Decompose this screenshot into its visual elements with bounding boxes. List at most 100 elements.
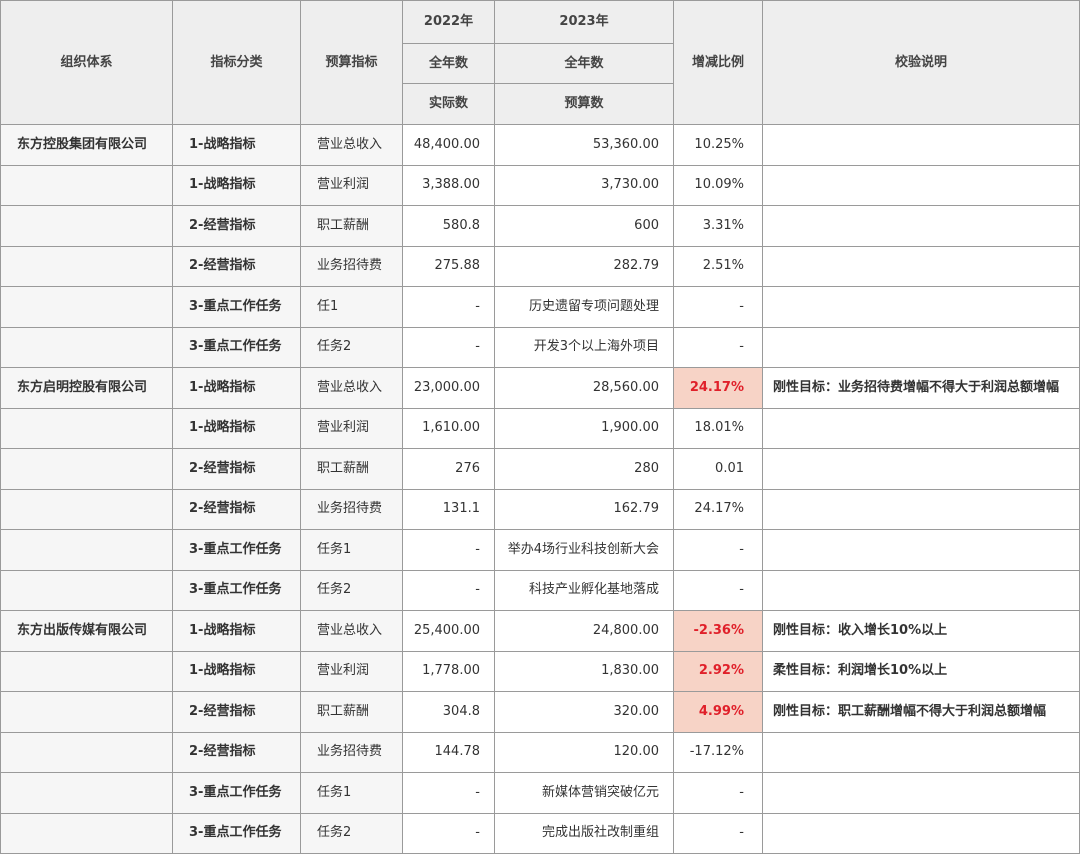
change-rate-cell[interactable]: -: [673, 772, 763, 814]
category-cell[interactable]: 1-战略指标: [172, 610, 301, 652]
category-cell[interactable]: 3-重点工作任务: [172, 529, 301, 571]
validation-note-cell[interactable]: 刚性目标：业务招待费增幅不得大于利润总额增幅: [762, 367, 1080, 409]
budget-2023-cell[interactable]: 新媒体营销突破亿元: [494, 772, 674, 814]
indicator-cell[interactable]: 任务1: [300, 772, 403, 814]
actual-2022-cell[interactable]: 23,000.00: [402, 367, 495, 409]
validation-note-cell[interactable]: [762, 569, 1080, 611]
org-cell[interactable]: [0, 731, 173, 773]
change-rate-cell[interactable]: -2.36%: [673, 610, 763, 652]
category-cell[interactable]: 1-战略指标: [172, 407, 301, 449]
indicator-cell[interactable]: 任务2: [300, 326, 403, 368]
indicator-cell[interactable]: 业务招待费: [300, 488, 403, 530]
budget-2023-cell[interactable]: 开发3个以上海外项目: [494, 326, 674, 368]
org-cell[interactable]: [0, 326, 173, 368]
change-rate-cell[interactable]: 0.01: [673, 448, 763, 490]
actual-2022-cell[interactable]: 25,400.00: [402, 610, 495, 652]
indicator-cell[interactable]: 任1: [300, 286, 403, 328]
indicator-cell[interactable]: 营业总收入: [300, 367, 403, 409]
category-cell[interactable]: 3-重点工作任务: [172, 569, 301, 611]
budget-2023-cell[interactable]: 1,830.00: [494, 650, 674, 692]
indicator-cell[interactable]: 营业总收入: [300, 124, 403, 166]
org-cell[interactable]: [0, 488, 173, 530]
actual-2022-cell[interactable]: 48,400.00: [402, 124, 495, 166]
change-rate-cell[interactable]: 10.25%: [673, 124, 763, 166]
indicator-cell[interactable]: 职工薪酬: [300, 448, 403, 490]
category-cell[interactable]: 2-经营指标: [172, 488, 301, 530]
category-cell[interactable]: 1-战略指标: [172, 164, 301, 206]
category-cell[interactable]: 3-重点工作任务: [172, 812, 301, 854]
validation-note-cell[interactable]: 柔性目标：利润增长10%以上: [762, 650, 1080, 692]
validation-note-cell[interactable]: [762, 326, 1080, 368]
indicator-cell[interactable]: 营业利润: [300, 407, 403, 449]
budget-2023-cell[interactable]: 3,730.00: [494, 164, 674, 206]
indicator-cell[interactable]: 职工薪酬: [300, 205, 403, 247]
indicator-cell[interactable]: 职工薪酬: [300, 691, 403, 733]
actual-2022-cell[interactable]: 1,778.00: [402, 650, 495, 692]
validation-note-cell[interactable]: [762, 164, 1080, 206]
validation-note-cell[interactable]: [762, 812, 1080, 854]
indicator-cell[interactable]: 任务2: [300, 812, 403, 854]
org-cell[interactable]: [0, 286, 173, 328]
change-rate-cell[interactable]: -: [673, 812, 763, 854]
budget-2023-cell[interactable]: 1,900.00: [494, 407, 674, 449]
change-rate-cell[interactable]: -: [673, 326, 763, 368]
validation-note-cell[interactable]: [762, 772, 1080, 814]
budget-2023-cell[interactable]: 历史遗留专项问题处理: [494, 286, 674, 328]
budget-2023-cell[interactable]: 280: [494, 448, 674, 490]
budget-2023-cell[interactable]: 24,800.00: [494, 610, 674, 652]
org-cell[interactable]: [0, 812, 173, 854]
change-rate-cell[interactable]: 24.17%: [673, 367, 763, 409]
category-cell[interactable]: 1-战略指标: [172, 124, 301, 166]
budget-2023-cell[interactable]: 科技产业孵化基地落成: [494, 569, 674, 611]
change-rate-cell[interactable]: 3.31%: [673, 205, 763, 247]
budget-2023-cell[interactable]: 162.79: [494, 488, 674, 530]
org-cell[interactable]: [0, 772, 173, 814]
category-cell[interactable]: 2-经营指标: [172, 731, 301, 773]
indicator-cell[interactable]: 营业利润: [300, 650, 403, 692]
actual-2022-cell[interactable]: 580.8: [402, 205, 495, 247]
budget-2023-cell[interactable]: 120.00: [494, 731, 674, 773]
org-cell[interactable]: [0, 164, 173, 206]
category-cell[interactable]: 1-战略指标: [172, 367, 301, 409]
validation-note-cell[interactable]: [762, 731, 1080, 773]
actual-2022-cell[interactable]: 144.78: [402, 731, 495, 773]
budget-2023-cell[interactable]: 282.79: [494, 245, 674, 287]
validation-note-cell[interactable]: [762, 448, 1080, 490]
indicator-cell[interactable]: 营业总收入: [300, 610, 403, 652]
org-cell[interactable]: [0, 691, 173, 733]
actual-2022-cell[interactable]: -: [402, 812, 495, 854]
validation-note-cell[interactable]: [762, 529, 1080, 571]
org-cell[interactable]: [0, 529, 173, 571]
budget-2023-cell[interactable]: 53,360.00: [494, 124, 674, 166]
change-rate-cell[interactable]: 2.51%: [673, 245, 763, 287]
indicator-cell[interactable]: 业务招待费: [300, 245, 403, 287]
org-cell[interactable]: [0, 245, 173, 287]
validation-note-cell[interactable]: [762, 245, 1080, 287]
actual-2022-cell[interactable]: -: [402, 529, 495, 571]
actual-2022-cell[interactable]: -: [402, 569, 495, 611]
org-cell[interactable]: 东方控股集团有限公司: [0, 124, 173, 166]
actual-2022-cell[interactable]: -: [402, 286, 495, 328]
org-cell[interactable]: 东方出版传媒有限公司: [0, 610, 173, 652]
validation-note-cell[interactable]: [762, 407, 1080, 449]
budget-2023-cell[interactable]: 28,560.00: [494, 367, 674, 409]
indicator-cell[interactable]: 任务2: [300, 569, 403, 611]
actual-2022-cell[interactable]: 1,610.00: [402, 407, 495, 449]
org-cell[interactable]: [0, 407, 173, 449]
validation-note-cell[interactable]: [762, 488, 1080, 530]
budget-2023-cell[interactable]: 600: [494, 205, 674, 247]
category-cell[interactable]: 3-重点工作任务: [172, 286, 301, 328]
category-cell[interactable]: 2-经营指标: [172, 448, 301, 490]
actual-2022-cell[interactable]: -: [402, 326, 495, 368]
change-rate-cell[interactable]: -: [673, 286, 763, 328]
actual-2022-cell[interactable]: -: [402, 772, 495, 814]
change-rate-cell[interactable]: 4.99%: [673, 691, 763, 733]
budget-2023-cell[interactable]: 320.00: [494, 691, 674, 733]
org-cell[interactable]: [0, 448, 173, 490]
actual-2022-cell[interactable]: 304.8: [402, 691, 495, 733]
validation-note-cell[interactable]: [762, 124, 1080, 166]
budget-2023-cell[interactable]: 举办4场行业科技创新大会: [494, 529, 674, 571]
org-cell[interactable]: [0, 650, 173, 692]
budget-2023-cell[interactable]: 完成出版社改制重组: [494, 812, 674, 854]
change-rate-cell[interactable]: -: [673, 529, 763, 571]
